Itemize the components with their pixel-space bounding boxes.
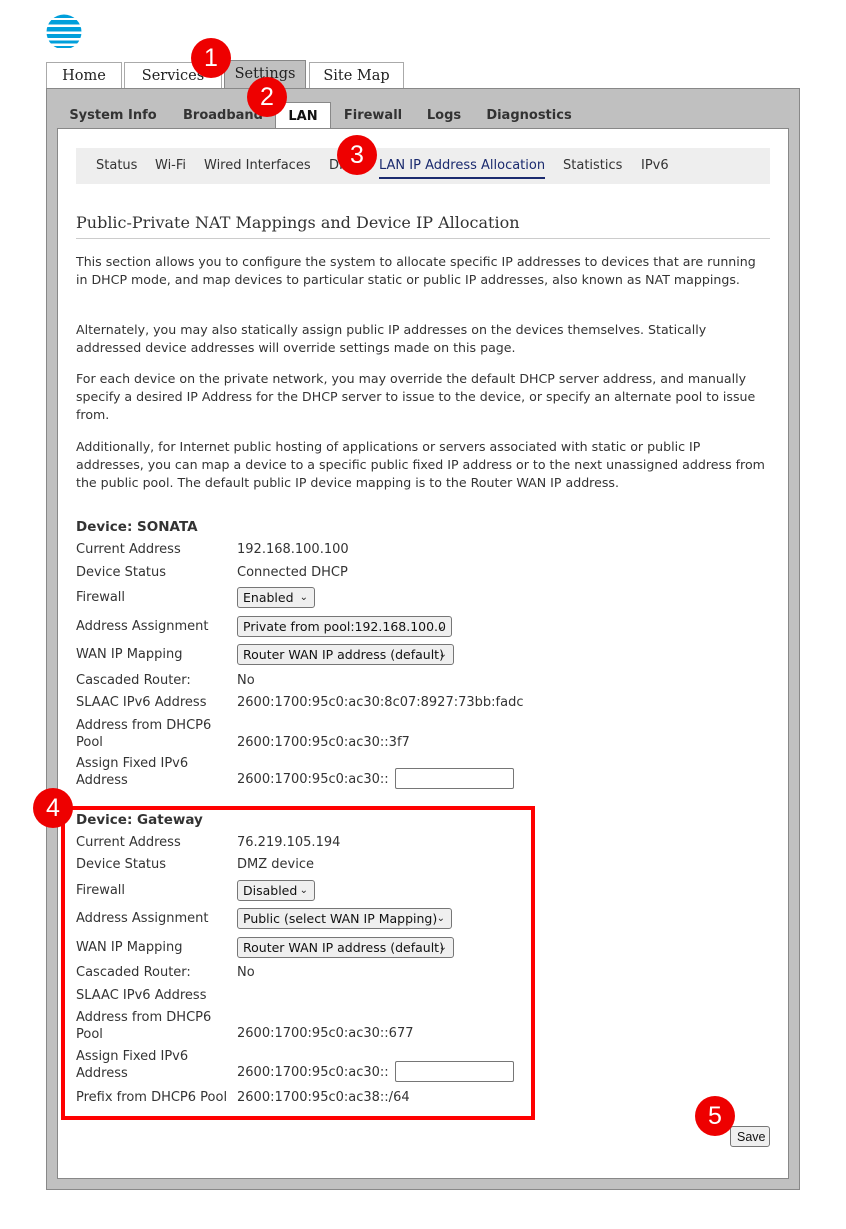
save-button[interactable]: Save	[730, 1126, 770, 1147]
subtab-diagnostics[interactable]: Diagnostics	[477, 102, 581, 129]
wan-ip-mapping-select-value: Router WAN IP address (default)	[243, 647, 444, 662]
annotation-badge: 3	[337, 135, 377, 175]
slaac-value: 2600:1700:95c0:ac30:8c07:8927:73bb:fadc	[237, 695, 524, 710]
lan-nav-wifi[interactable]: Wi-Fi	[155, 148, 186, 184]
address-assignment-label: Address Assignment	[76, 619, 209, 634]
dhcp6-pool-value: 2600:1700:95c0:ac30::3f7	[237, 735, 410, 750]
firewall-label: Firewall	[76, 590, 126, 605]
device-status-value: Connected DHCP	[237, 565, 348, 580]
annotation-badge: 2	[247, 77, 287, 117]
subtab-firewall[interactable]: Firewall	[333, 102, 413, 129]
lan-nav-status[interactable]: Status	[96, 148, 137, 184]
annotation-badge: 1	[191, 38, 231, 78]
device-status-label: Device Status	[76, 565, 167, 580]
att-globe-icon[interactable]	[46, 14, 82, 50]
current-address-label: Current Address	[76, 542, 181, 557]
lan-nav-ipv6[interactable]: IPv6	[641, 148, 669, 184]
tab-site-map[interactable]: Site Map	[309, 62, 404, 88]
intro-paragraph-4: Additionally, for Internet public hostin…	[76, 439, 765, 491]
lan-nav: Status Wi-Fi Wired Interfaces DHCP LAN I…	[76, 148, 770, 184]
annotation-badge: 4	[33, 788, 73, 828]
cascaded-router-label: Cascaded Router:	[76, 673, 191, 688]
chevron-down-icon: ⌄	[299, 592, 308, 603]
lan-nav-statistics[interactable]: Statistics	[563, 148, 622, 184]
assign-fixed-label-line2: Address	[76, 773, 128, 788]
intro-paragraph-1: This section allows you to configure the…	[76, 254, 756, 288]
dhcp6-pool-label: Address from DHCP6 Pool	[76, 717, 211, 751]
chevron-down-icon: ⌄	[438, 649, 447, 660]
wan-ip-mapping-select[interactable]: Router WAN IP address (default) ⌄	[237, 644, 454, 665]
wan-ip-mapping-label: WAN IP Mapping	[76, 647, 183, 662]
intro-paragraph-2: Alternately, you may also statically ass…	[76, 322, 707, 356]
dhcp6-pool-label-line2: Pool	[76, 735, 103, 750]
assign-fixed-label-line1: Assign Fixed IPv6	[76, 756, 189, 771]
chevron-down-icon: ⌄	[436, 621, 445, 632]
assign-fixed-prefix: 2600:1700:95c0:ac30::	[237, 772, 389, 787]
cascaded-router-value: No	[237, 673, 255, 688]
dhcp6-pool-label-line1: Address from DHCP6	[76, 718, 212, 733]
intro-paragraph-3: For each device on the private network, …	[76, 371, 756, 423]
device-heading: Device: SONATA	[76, 519, 198, 535]
tab-home[interactable]: Home	[46, 62, 122, 88]
current-address-value: 192.168.100.100	[237, 542, 349, 557]
assign-fixed-ipv6-input[interactable]	[395, 768, 514, 789]
page-title: Public-Private NAT Mappings and Device I…	[76, 213, 770, 239]
lan-nav-lan-ip-address-allocation[interactable]: LAN IP Address Allocation	[379, 148, 546, 184]
firewall-select[interactable]: Enabled ⌄	[237, 587, 315, 608]
subtab-logs[interactable]: Logs	[417, 102, 471, 129]
annotation-badge: 5	[695, 1096, 735, 1136]
assign-fixed-ipv6-label: Assign Fixed IPv6 Address	[76, 755, 188, 789]
subtab-system-info[interactable]: System Info	[57, 102, 169, 129]
lan-nav-wired-interfaces[interactable]: Wired Interfaces	[204, 148, 311, 184]
highlight-box	[61, 806, 535, 1120]
slaac-label: SLAAC IPv6 Address	[76, 695, 207, 710]
firewall-select-value: Enabled	[243, 590, 294, 605]
address-assignment-select[interactable]: Private from pool:192.168.100.0 ⌄	[237, 616, 452, 637]
address-assignment-select-value: Private from pool:192.168.100.0	[243, 619, 446, 634]
